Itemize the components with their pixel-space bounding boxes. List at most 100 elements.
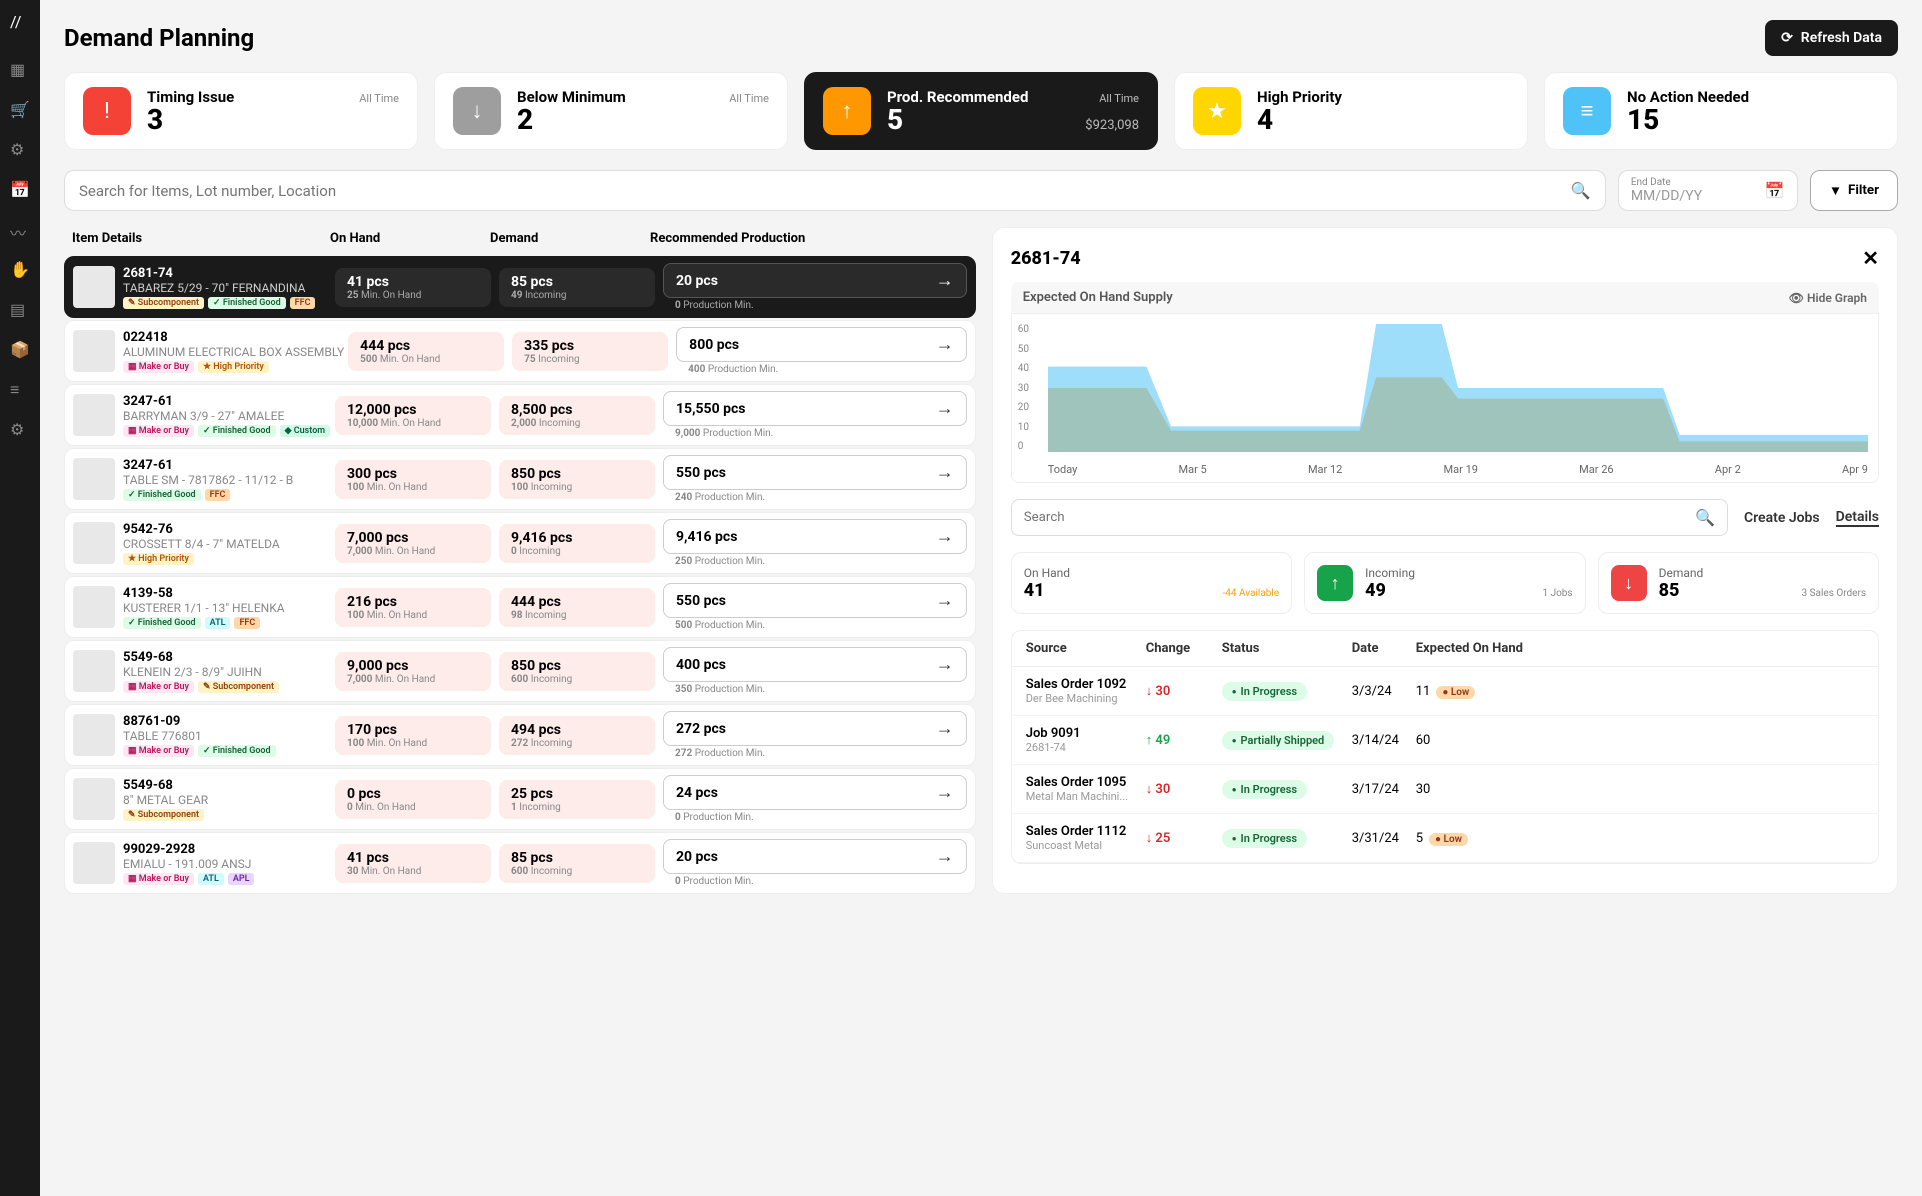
item-id: 88761-09 bbox=[123, 714, 331, 729]
calculator-icon[interactable]: ▤ bbox=[10, 300, 30, 320]
table-row[interactable]: 5549-68 8" METAL GEAR ✎ Subcomponent 0 p… bbox=[64, 768, 976, 830]
source-expected: 5● Low bbox=[1416, 831, 1864, 846]
st-col-change: Change bbox=[1146, 641, 1222, 656]
tag-fin: ✓ Finished Good bbox=[123, 489, 201, 501]
summary-card[interactable]: ★ High Priority 4 bbox=[1174, 72, 1528, 150]
table-row[interactable]: 2681-74 TABAREZ 5/29 - 70" FERNANDINA ✎ … bbox=[64, 256, 976, 318]
st-col-status: Status bbox=[1222, 641, 1352, 656]
table-row[interactable]: 9542-76 CROSSETT 8/4 - 7" MATELDA ★ High… bbox=[64, 512, 976, 574]
onhand-value: 300 pcs bbox=[347, 466, 479, 482]
refresh-label: Refresh Data bbox=[1801, 30, 1882, 46]
recommended-button[interactable]: 9,416 pcs → bbox=[663, 519, 967, 554]
source-expected: 11● Low bbox=[1416, 684, 1864, 699]
source-row[interactable]: Sales Order 1092Der Bee Machining ↓ 30 I… bbox=[1012, 667, 1878, 716]
list-icon[interactable]: ≡ bbox=[10, 380, 30, 400]
tag-hp: ★ High Priority bbox=[123, 553, 194, 565]
dashboard-icon[interactable]: ▦ bbox=[10, 60, 30, 80]
factory-icon[interactable]: ⚙ bbox=[10, 140, 30, 160]
settings-icon[interactable]: ⚙ bbox=[10, 420, 30, 440]
detail-search-input[interactable] bbox=[1024, 510, 1695, 525]
hide-graph-button[interactable]: 👁 Hide Graph bbox=[1789, 291, 1867, 305]
table-row[interactable]: 88761-09 TABLE 776801 ▦ Make or Buy✓ Fin… bbox=[64, 704, 976, 766]
recommended-button[interactable]: 800 pcs → bbox=[676, 327, 967, 362]
onhand-sub: 25 Min. On Hand bbox=[347, 290, 479, 301]
source-name: Sales Order 1095 bbox=[1026, 775, 1146, 790]
detail-search[interactable]: 🔍 bbox=[1011, 499, 1728, 536]
calendar-icon[interactable]: 📅 bbox=[10, 180, 30, 200]
create-jobs-link[interactable]: Create Jobs bbox=[1744, 510, 1820, 526]
calendar-icon[interactable]: 📅 bbox=[1765, 181, 1785, 200]
rec-sub: 250 Production Min. bbox=[663, 556, 967, 567]
refresh-button[interactable]: ⟳ Refresh Data bbox=[1765, 20, 1898, 56]
table-row[interactable]: 3247-61 TABLE SM - 7817862 - 11/12 - B ✓… bbox=[64, 448, 976, 510]
y-tick: 20 bbox=[1018, 402, 1029, 413]
close-icon[interactable]: ✕ bbox=[1862, 246, 1879, 270]
search-icon[interactable]: 🔍 bbox=[1695, 508, 1715, 527]
recommended-button[interactable]: 400 pcs → bbox=[663, 647, 967, 682]
table-row[interactable]: 5549-68 KLENEIN 2/3 - 8/9" JUIHN ▦ Make … bbox=[64, 640, 976, 702]
card-sub: All Time bbox=[1099, 92, 1139, 105]
card-icon: ! bbox=[83, 87, 131, 135]
end-date-input[interactable]: End Date MM/DD/YY 📅 bbox=[1618, 170, 1798, 211]
stat-value: 49 bbox=[1365, 580, 1386, 601]
table-row[interactable]: 3247-61 BARRYMAN 3/9 - 27" AMALEE ▦ Make… bbox=[64, 384, 976, 446]
hand-icon[interactable]: ✋ bbox=[10, 260, 30, 280]
filter-button[interactable]: ▼ Filter bbox=[1810, 170, 1898, 211]
arrow-right-icon: → bbox=[936, 398, 954, 419]
card-value: 4 bbox=[1257, 106, 1273, 134]
recommended-button[interactable]: 272 pcs → bbox=[663, 711, 967, 746]
stat-label: Demand bbox=[1659, 566, 1866, 580]
cart-icon[interactable]: 🛒 bbox=[10, 100, 30, 120]
rec-sub: 9,000 Production Min. bbox=[663, 428, 967, 439]
search-input[interactable] bbox=[79, 182, 1563, 200]
onhand-value: 41 pcs bbox=[347, 274, 479, 290]
onhand-sub: 30 Min. On Hand bbox=[347, 866, 479, 877]
change-value: ↓ 25 bbox=[1146, 831, 1171, 846]
recommended-button[interactable]: 24 pcs → bbox=[663, 775, 967, 810]
source-sub: Der Bee Machining bbox=[1026, 692, 1146, 705]
search-icon[interactable]: 🔍 bbox=[1571, 181, 1591, 200]
source-row[interactable]: Sales Order 1112Suncoast Metal ↓ 25 In P… bbox=[1012, 814, 1878, 863]
source-sub: Suncoast Metal bbox=[1026, 839, 1146, 852]
activity-icon[interactable]: 〰 bbox=[10, 220, 30, 240]
table-row[interactable]: 022418 ALUMINUM ELECTRICAL BOX ASSEMBLY … bbox=[64, 320, 976, 382]
summary-card[interactable]: ↓ Below MinimumAll Time 2 bbox=[434, 72, 788, 150]
source-row[interactable]: Sales Order 1095Metal Man Machini... ↓ 3… bbox=[1012, 765, 1878, 814]
recommended-button[interactable]: 20 pcs → bbox=[663, 839, 967, 874]
onhand-sub: 500 Min. On Hand bbox=[360, 354, 492, 365]
onhand-sub: 10,000 Min. On Hand bbox=[347, 418, 479, 429]
item-thumbnail bbox=[73, 650, 115, 692]
table-row[interactable]: 4139-58 KUSTERER 1/1 - 13" HELENKA ✓ Fin… bbox=[64, 576, 976, 638]
source-name: Sales Order 1092 bbox=[1026, 677, 1146, 692]
demand-value: 335 pcs bbox=[524, 338, 656, 354]
warn-pill: ● Low bbox=[1429, 833, 1468, 846]
item-id: 5549-68 bbox=[123, 650, 331, 665]
card-extra: $923,098 bbox=[1085, 118, 1139, 133]
summary-card[interactable]: ! Timing IssueAll Time 3 bbox=[64, 72, 418, 150]
col-item-details: Item Details bbox=[72, 231, 330, 246]
recommended-button[interactable]: 15,550 pcs → bbox=[663, 391, 967, 426]
details-tab[interactable]: Details bbox=[1836, 509, 1879, 527]
tag-fin: ✓ Finished Good bbox=[198, 745, 276, 757]
item-name: BARRYMAN 3/9 - 27" AMALEE bbox=[123, 409, 331, 423]
demand-sub: 0 Incoming bbox=[511, 546, 643, 557]
demand-sub: 75 Incoming bbox=[524, 354, 656, 365]
summary-card[interactable]: ↑ Prod. RecommendedAll Time 5 $923,098 bbox=[804, 72, 1158, 150]
search-box[interactable]: 🔍 bbox=[64, 170, 1606, 211]
recommended-button[interactable]: 20 pcs → bbox=[663, 263, 967, 298]
rec-value: 550 pcs bbox=[676, 593, 726, 609]
item-id: 4139-58 bbox=[123, 586, 331, 601]
tag-sub: ✎ Subcomponent bbox=[123, 297, 204, 309]
box-icon[interactable]: 📦 bbox=[10, 340, 30, 360]
table-row[interactable]: 99029-2928 EMIALU - 191.009 ANSJ ▦ Make … bbox=[64, 832, 976, 894]
stat-sub: -44 Available bbox=[1223, 588, 1280, 599]
source-row[interactable]: Job 90912681-74 ↑ 49 Partially Shipped 3… bbox=[1012, 716, 1878, 765]
card-sub: All Time bbox=[359, 92, 399, 105]
recommended-button[interactable]: 550 pcs → bbox=[663, 455, 967, 490]
tag-ffc: FFC bbox=[234, 617, 260, 629]
summary-card[interactable]: ≡ No Action Needed 15 bbox=[1544, 72, 1898, 150]
stat-value: 85 bbox=[1659, 580, 1680, 601]
item-name: TABAREZ 5/29 - 70" FERNANDINA bbox=[123, 281, 331, 295]
arrow-right-icon: → bbox=[936, 782, 954, 803]
recommended-button[interactable]: 550 pcs → bbox=[663, 583, 967, 618]
